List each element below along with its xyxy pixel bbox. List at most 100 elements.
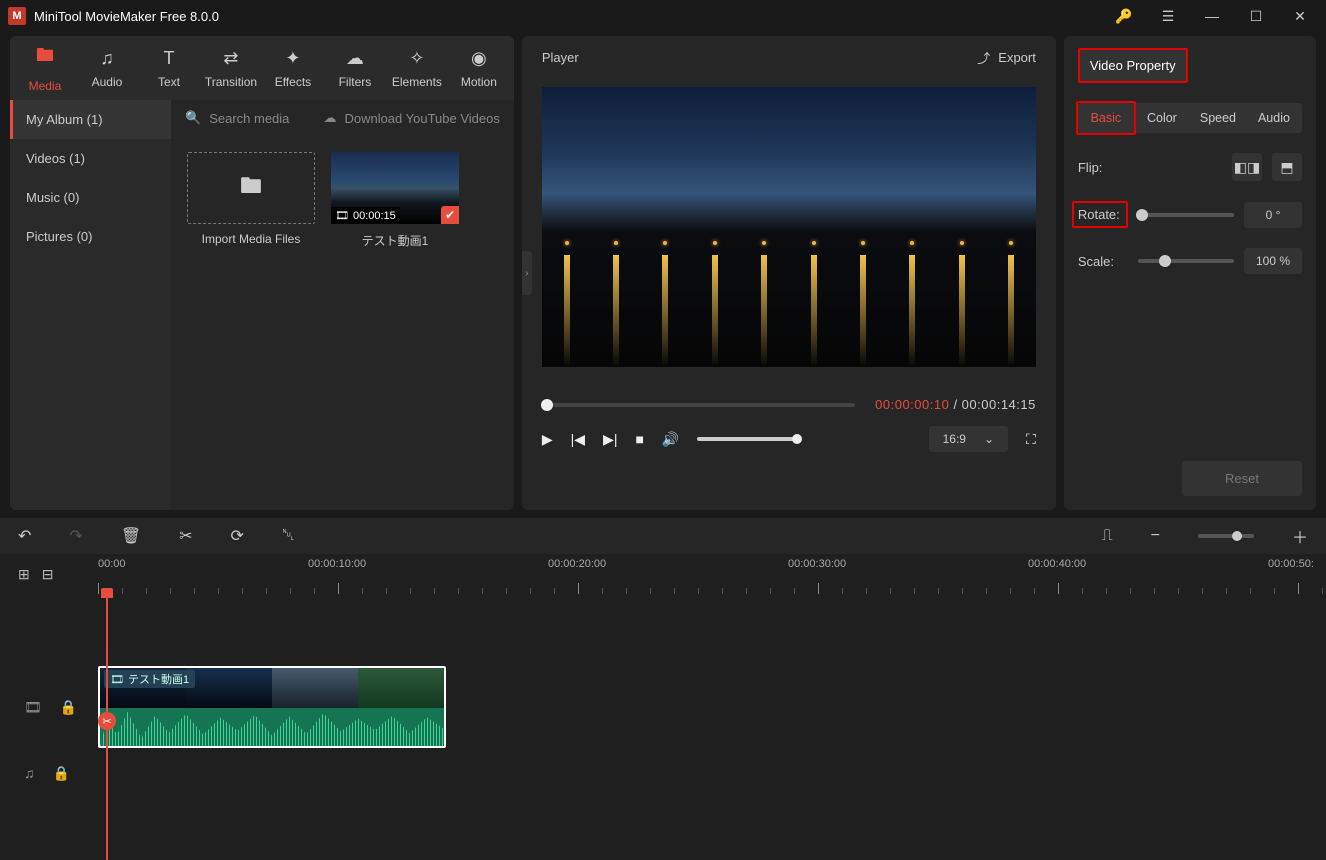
- flip-vertical-button[interactable]: ⬒: [1272, 153, 1302, 181]
- tab-effects[interactable]: ✦Effects: [262, 36, 324, 100]
- flip-horizontal-button[interactable]: ◧◨: [1232, 153, 1262, 181]
- tab-audio-label: Audio: [92, 75, 123, 89]
- delete-button[interactable]: 🗑: [121, 526, 141, 546]
- timeline-toolbar: ↶ ↷ 🗑 ✂ ⟳ ␀ ⎍ − ＋: [0, 518, 1326, 554]
- crop-button[interactable]: ␀: [282, 527, 295, 545]
- tab-elements-label: Elements: [392, 75, 442, 89]
- app-logo: M: [8, 7, 26, 25]
- clip-duration: 00:00:15: [353, 210, 396, 222]
- tab-motion-label: Motion: [461, 75, 497, 89]
- media-sidebar: My Album (1) Videos (1) Music (0) Pictur…: [10, 100, 171, 510]
- sidebar-item-pictures[interactable]: Pictures (0): [10, 217, 171, 256]
- subtab-speed[interactable]: Speed: [1190, 103, 1246, 133]
- scale-value[interactable]: 100 %: [1244, 248, 1302, 274]
- lock-icon[interactable]: 🔒: [60, 699, 77, 716]
- upgrade-icon[interactable]: 🔑: [1106, 0, 1142, 32]
- tab-media-label: Media: [29, 79, 62, 93]
- transition-icon: ⇄: [223, 48, 238, 69]
- folder-icon: 🖿: [240, 169, 262, 207]
- scale-label: Scale:: [1078, 254, 1128, 269]
- property-subtabs: Basic Color Speed Audio: [1078, 103, 1302, 133]
- flip-label: Flip:: [1078, 160, 1128, 175]
- tab-filters[interactable]: ☁Filters: [324, 36, 386, 100]
- search-input[interactable]: Search media: [209, 111, 289, 126]
- volume-slider[interactable]: [697, 437, 797, 441]
- subtab-audio[interactable]: Audio: [1246, 103, 1302, 133]
- sidebar-item-album[interactable]: My Album (1): [10, 100, 171, 139]
- timeline-clip[interactable]: 🎞テスト動画1: [98, 666, 446, 748]
- video-property-tab[interactable]: Video Property: [1078, 48, 1188, 83]
- split-button[interactable]: ✂: [179, 526, 192, 546]
- audio-track[interactable]: ♫ 🔒: [0, 750, 1326, 796]
- text-icon: T: [163, 48, 174, 69]
- export-button[interactable]: ⤴ Export: [977, 48, 1036, 67]
- tab-motion[interactable]: ◉ Motion: [448, 36, 510, 100]
- aspect-value: 16:9: [943, 432, 966, 446]
- timeline-clip-name: テスト動画1: [128, 671, 189, 687]
- lock-icon[interactable]: 🔒: [53, 765, 70, 782]
- undo-button[interactable]: ↶: [18, 526, 31, 546]
- zoom-in-button[interactable]: ＋: [1292, 524, 1308, 548]
- media-clip-tile[interactable]: 🎞00:00:15 ✔ テスト動画1: [331, 152, 459, 249]
- rotate-label: Rotate:: [1072, 201, 1128, 228]
- player-label: Player: [542, 50, 579, 65]
- tab-transition[interactable]: ⇄ Transition: [200, 36, 262, 100]
- tab-text-label: Text: [158, 75, 180, 89]
- add-track-button[interactable]: ⊞: [18, 566, 30, 583]
- reset-button[interactable]: Reset: [1182, 461, 1302, 496]
- ruler-t3: 00:00:30:00: [788, 558, 846, 570]
- subtab-color[interactable]: Color: [1134, 103, 1190, 133]
- film-icon: 🎞: [335, 209, 349, 222]
- ruler-scale[interactable]: 00:00 00:00:10:00 00:00:20:00 00:00:30:0…: [98, 554, 1326, 594]
- tab-media[interactable]: 🖿 Media: [14, 36, 76, 100]
- export-label: Export: [998, 50, 1036, 65]
- maximize-button[interactable]: ☐: [1238, 0, 1274, 32]
- zoom-slider[interactable]: [1198, 534, 1254, 538]
- motion-icon: ◉: [471, 48, 487, 69]
- export-icon: ⤴: [977, 48, 990, 67]
- fullscreen-button[interactable]: ⛶: [1026, 431, 1036, 448]
- download-youtube-link[interactable]: Download YouTube Videos: [344, 111, 499, 126]
- audio-track-icon: ♫: [24, 765, 35, 781]
- aspect-ratio-select[interactable]: 16:9 ⌄: [929, 426, 1008, 452]
- subtab-basic[interactable]: Basic: [1076, 101, 1136, 135]
- sidebar-item-videos[interactable]: Videos (1): [10, 139, 171, 178]
- stop-button[interactable]: ■: [635, 431, 643, 447]
- tab-transition-label: Transition: [205, 75, 257, 89]
- ruler-t5: 00:00:50:: [1268, 558, 1314, 570]
- rotate-slider[interactable]: [1138, 213, 1234, 217]
- time-display: 00:00:00:10 / 00:00:14:15: [875, 397, 1036, 412]
- tab-text[interactable]: T Text: [138, 36, 200, 100]
- app-title: MiniTool MovieMaker Free 8.0.0: [34, 9, 219, 24]
- tab-audio[interactable]: ♫Audio: [76, 36, 138, 100]
- sidebar-item-music[interactable]: Music (0): [10, 178, 171, 217]
- volume-icon[interactable]: 🔊: [662, 431, 679, 448]
- folder-icon: 🖿: [36, 43, 54, 73]
- rotate-value[interactable]: 0 °: [1244, 202, 1302, 228]
- import-media-tile[interactable]: 🖿 Import Media Files: [187, 152, 315, 249]
- filters-icon: ☁: [346, 48, 364, 69]
- tab-elements[interactable]: ✧ Elements: [386, 36, 448, 100]
- minimize-button[interactable]: —: [1194, 0, 1230, 32]
- tab-effects-label: Effects: [275, 75, 311, 89]
- close-button[interactable]: ✕: [1282, 0, 1318, 32]
- elements-icon: ✧: [409, 48, 424, 69]
- ruler-t1: 00:00:10:00: [308, 558, 366, 570]
- snap-button[interactable]: ⎍: [1101, 527, 1112, 545]
- prev-frame-button[interactable]: |◀: [571, 431, 585, 448]
- seek-slider[interactable]: [542, 403, 855, 407]
- redo-button[interactable]: ↷: [69, 526, 82, 546]
- menu-icon[interactable]: ☰: [1150, 0, 1186, 32]
- scissors-icon: ✂: [98, 712, 116, 730]
- zoom-out-button[interactable]: −: [1151, 527, 1160, 545]
- preview-viewport[interactable]: [542, 87, 1036, 367]
- search-icon: 🔍: [185, 110, 201, 126]
- panel-expand-handle[interactable]: ›: [522, 251, 532, 295]
- import-label: Import Media Files: [202, 232, 301, 246]
- speed-button[interactable]: ⟳: [231, 526, 244, 546]
- scale-slider[interactable]: [1138, 259, 1234, 263]
- next-frame-button[interactable]: ▶|: [603, 431, 617, 448]
- remove-track-button[interactable]: ⊟: [42, 566, 54, 583]
- play-button[interactable]: ▶: [542, 431, 553, 448]
- video-track[interactable]: 🎞 🔒 🎞テスト動画1: [0, 664, 1326, 750]
